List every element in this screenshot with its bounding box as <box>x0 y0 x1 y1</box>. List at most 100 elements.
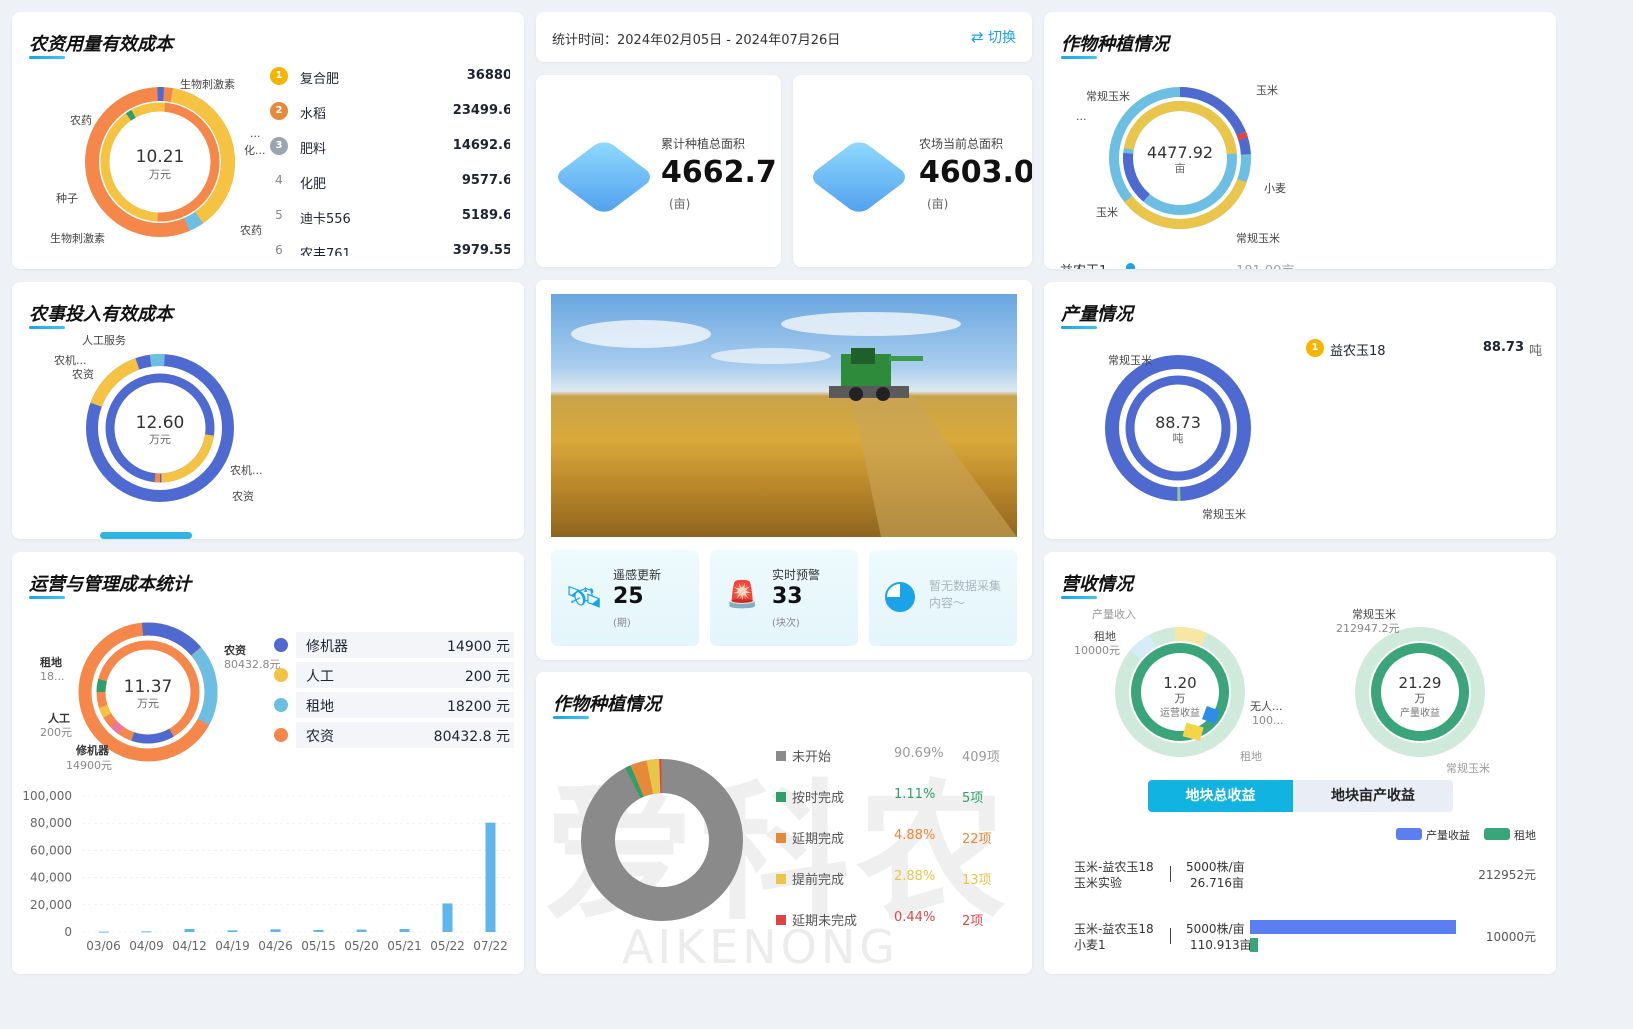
legend-row[interactable]: 修机器 14900 元 <box>274 632 514 658</box>
ranking-row[interactable]: 6 农丰761 3979.55 元 <box>270 241 510 256</box>
bar[interactable] <box>270 929 281 932</box>
realtime-warning-value: 33 <box>772 584 803 609</box>
legend-row[interactable]: 延期完成 4.88% 22项 <box>776 828 1016 848</box>
yield-ranking-unit: 吨 <box>1528 344 1542 359</box>
crop-planting-center-value: 4477.92 <box>1147 143 1213 162</box>
revenue-title: 营收情况 <box>1061 570 1133 599</box>
y-tick-label: 80,000 <box>30 816 72 830</box>
legend-row[interactable]: 延期未完成 0.44% 2项 <box>776 910 1016 930</box>
donut-label: 产量收入 <box>1092 607 1136 621</box>
prod-revenue-donut[interactable]: 21.29 万 产量收益 常规玉米 212947.2元 常规玉米 <box>1306 604 1546 774</box>
bar[interactable] <box>485 822 496 932</box>
ops-revenue-value: 1.20 <box>1163 674 1196 692</box>
bronze-medal-icon: 3 <box>270 137 288 155</box>
bar[interactable] <box>141 931 152 933</box>
yield-title: 产量情况 <box>1061 300 1133 329</box>
stat-period-label: 统计时间：2024年02月05日 - 2024年07月26日 <box>552 33 841 48</box>
prod-revenue-value: 21.29 <box>1399 674 1442 692</box>
ops-cost-title: 运营与管理成本统计 <box>29 570 191 599</box>
legend-name: 产量收益 <box>1426 829 1470 842</box>
bar[interactable] <box>442 903 453 932</box>
legend-row[interactable]: 农资 80432.8 元 <box>274 722 514 748</box>
bar[interactable] <box>98 931 109 933</box>
legend-percent: 2.88% <box>894 869 936 884</box>
ops-cost-legend: 修机器 14900 元 人工 200 元 租地 18200 元 农资 80432.8 元 <box>274 632 514 762</box>
revenue-card: 营收情况 1.20 万 运营收益 产量收入 租地 10000元 无人... 10… <box>1044 552 1556 974</box>
remote-sensing-tile[interactable]: 🛰 遥感更新 25 (期) <box>551 550 699 646</box>
revenue-row[interactable]: 玉米-益农玉18 玉米实验 5000株/亩 26.716亩 212952元 <box>1074 858 1544 892</box>
revenue-row[interactable]: 玉米-益农玉18 小麦1 5000株/亩 110.913亩 10000元 <box>1074 920 1544 954</box>
ranking-row[interactable]: 1 复合肥 36880 元 <box>270 66 510 88</box>
plot-area: 26.716亩 <box>1190 876 1244 890</box>
legend-value: 18200 元 <box>447 699 510 715</box>
legend-name: 延期完成 <box>792 832 845 847</box>
field-photo-card: 🛰 遥感更新 25 (期) 🚨 实时预警 33 (块次) 暂无数据采集内容～ <box>536 280 1032 660</box>
data-collection-tile[interactable]: 暂无数据采集内容～ <box>869 550 1017 646</box>
y-tick-label: 0 <box>64 925 72 939</box>
legend-swatch <box>776 751 786 761</box>
tab-plot-total-revenue[interactable]: 地块总收益 <box>1148 780 1293 812</box>
bar[interactable] <box>356 929 367 932</box>
ops-cost-bar-chart: 100,000 80,000 60,000 40,000 20,000 0 03/06 04/… <box>22 789 512 953</box>
carousel-indicator[interactable] <box>100 532 192 539</box>
total-area-label: 累计种植总面积 <box>661 137 746 151</box>
realtime-warning-tile[interactable]: 🚨 实时预警 33 (块次) <box>710 550 858 646</box>
current-area-label: 农场当前总面积 <box>919 137 1004 151</box>
legend-row[interactable]: 按时完成 1.11% 5项 <box>776 787 1016 807</box>
donut-label: 小麦 <box>1264 182 1286 195</box>
donut-label-value: 80432.8元 <box>224 658 281 671</box>
ranking-row[interactable]: 3 肥料 14692.6 元 <box>270 136 510 158</box>
donut-label: 无人... <box>1250 700 1283 713</box>
bar[interactable] <box>399 929 410 932</box>
yield-ranking-row[interactable]: 1 益农玉18 88.73 吨 <box>1306 338 1542 360</box>
legend-count: 409项 <box>962 750 1000 765</box>
legend-row[interactable]: 租地 18200 元 <box>274 692 514 718</box>
legend-row[interactable]: 未开始 90.69% 409项 <box>776 746 1016 766</box>
crop-planting-donut[interactable]: 4477.92 亩 常规玉米 玉米 ... 小麦 玉米 常规玉米 <box>1064 62 1324 252</box>
donut-label: 生物刺激素 <box>180 77 235 91</box>
yield-center-unit: 吨 <box>1173 432 1184 445</box>
ranking-row[interactable]: 5 迪卡556 5189.6 元 <box>270 206 510 228</box>
donut-label: 修机器 <box>75 743 110 757</box>
legend-swatch <box>1484 828 1510 840</box>
ranking-row[interactable]: 2 水稻 23499.6 元 <box>270 101 510 123</box>
legend-name: 租地 <box>306 699 334 715</box>
donut-label: 212947.2元 <box>1336 622 1400 635</box>
yield-donut[interactable]: 88.73 吨 常规玉米 常规玉米 <box>1074 340 1314 530</box>
bar[interactable] <box>313 929 324 932</box>
ranking-index: 5 <box>275 208 283 222</box>
bar[interactable] <box>227 930 238 932</box>
legend-name: 租地 <box>1514 829 1536 842</box>
ops-cost-center-unit: 万元 <box>137 697 159 710</box>
ranking-index: 6 <box>275 243 283 256</box>
farm-cost-center-value: 12.60 <box>136 413 185 433</box>
donut-label: 化... <box>244 143 266 157</box>
ranking-row[interactable]: 4 化肥 9577.6 元 <box>270 171 510 193</box>
legend-name: 农资 <box>306 729 334 745</box>
tab-plot-per-mu-revenue[interactable]: 地块亩产收益 <box>1293 780 1453 812</box>
farm-cost-donut[interactable]: 12.60 万元 人工服务 农机... 农资 农机... 农资 <box>32 330 292 520</box>
ranking-name: 农丰761 <box>300 247 351 256</box>
switch-button[interactable]: ⇄ 切换 <box>971 27 1016 47</box>
crop-progress-donut[interactable] <box>572 750 752 930</box>
total-area-value: 4662.7 <box>661 155 777 190</box>
donut-label: 种子 <box>56 191 78 205</box>
donut-label: 农资 <box>232 489 254 503</box>
gold-medal-icon: 1 <box>1306 339 1324 357</box>
agri-cost-donut[interactable]: 10.21 万元 生物刺激素 农药 ... 化... 种子 生物刺激素 农药 <box>30 62 270 262</box>
legend-dot <box>274 728 288 742</box>
legend-row[interactable]: 人工 200 元 <box>274 662 514 688</box>
legend-name: 未开始 <box>792 750 832 765</box>
donut-label-value: 200元 <box>40 726 72 739</box>
crop-name: 玉米实验 <box>1074 876 1123 890</box>
legend-name: 提前完成 <box>792 873 845 888</box>
bar[interactable] <box>184 929 195 932</box>
donut-label: 农机... <box>54 353 87 367</box>
crop-planting-title: 作物种植情况 <box>1061 30 1169 59</box>
ops-cost-donut[interactable]: 11.37 万元 农资 80432.8元 租地 18... 人工 200元 修机… <box>26 612 296 782</box>
ops-revenue-donut[interactable]: 1.20 万 运营收益 产量收入 租地 10000元 无人... 100... … <box>1064 604 1304 774</box>
donut-label: 常规玉米 <box>1236 231 1280 245</box>
agri-cost-center-unit: 万元 <box>149 168 171 181</box>
legend-swatch <box>776 833 786 843</box>
legend-row[interactable]: 提前完成 2.88% 13项 <box>776 869 1016 889</box>
